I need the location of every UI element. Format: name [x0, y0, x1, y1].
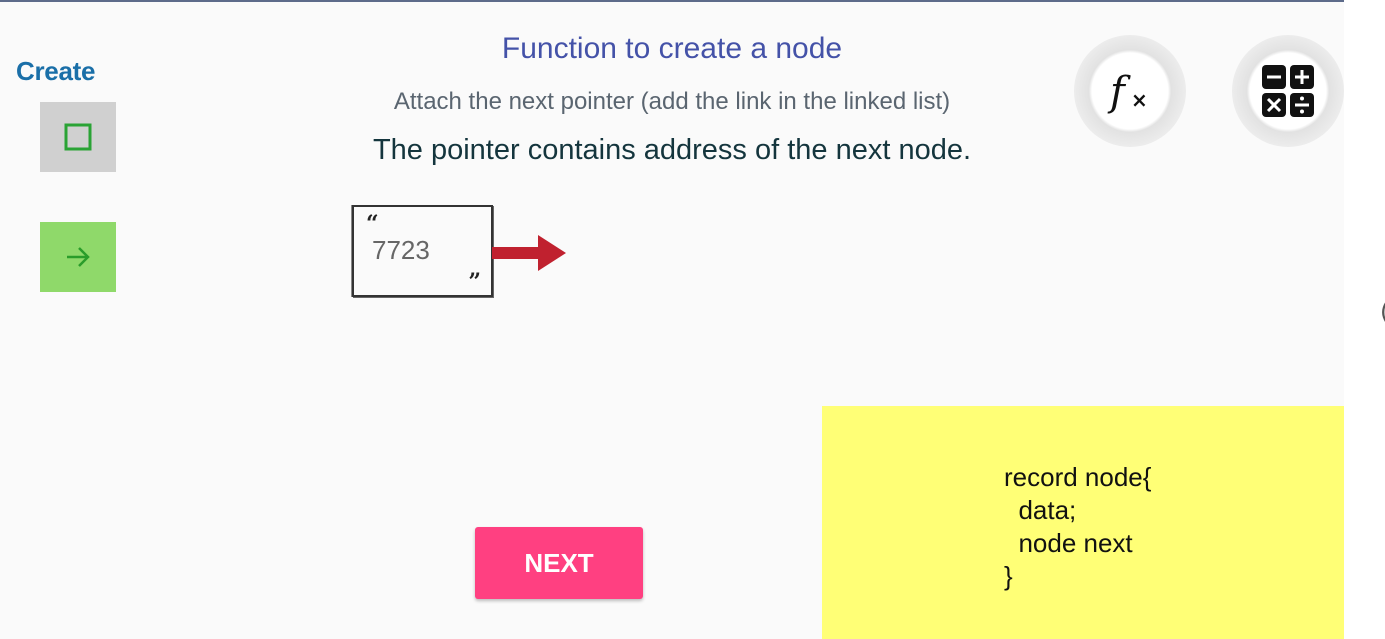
open-quote-mark: “ — [366, 211, 379, 237]
side-panel-edge: ( ⋮ — [1344, 0, 1385, 639]
code-line: record node{ — [1004, 462, 1152, 492]
code-line: data; — [1004, 495, 1077, 525]
node-value: 7723 — [372, 235, 430, 265]
more-options-icon[interactable]: ⋮ — [1380, 434, 1385, 459]
pointer-tool-button[interactable] — [40, 222, 116, 292]
formula-button[interactable]: f × — [1074, 35, 1186, 147]
next-pointer-arrow-icon — [492, 235, 566, 271]
code-line: node next — [1004, 528, 1133, 558]
code-panel: record node{ data; node next } — [822, 406, 1344, 639]
node-data-box[interactable]: “ 7723 ” — [352, 205, 493, 297]
app-screen: Create Function to create a node Attach … — [0, 0, 1344, 639]
calculator-button[interactable] — [1232, 35, 1344, 147]
function-fx-icon: f × — [1107, 69, 1148, 115]
next-button[interactable]: NEXT — [475, 527, 643, 599]
code-line: } — [1004, 561, 1013, 591]
calculator-icon — [1262, 65, 1314, 117]
svg-text:f: f — [1107, 69, 1131, 115]
panel-handle-icon[interactable]: ( — [1380, 298, 1385, 326]
close-quote-mark: ” — [468, 269, 481, 295]
arrow-right-icon — [67, 247, 90, 267]
svg-text:×: × — [1131, 88, 1148, 112]
